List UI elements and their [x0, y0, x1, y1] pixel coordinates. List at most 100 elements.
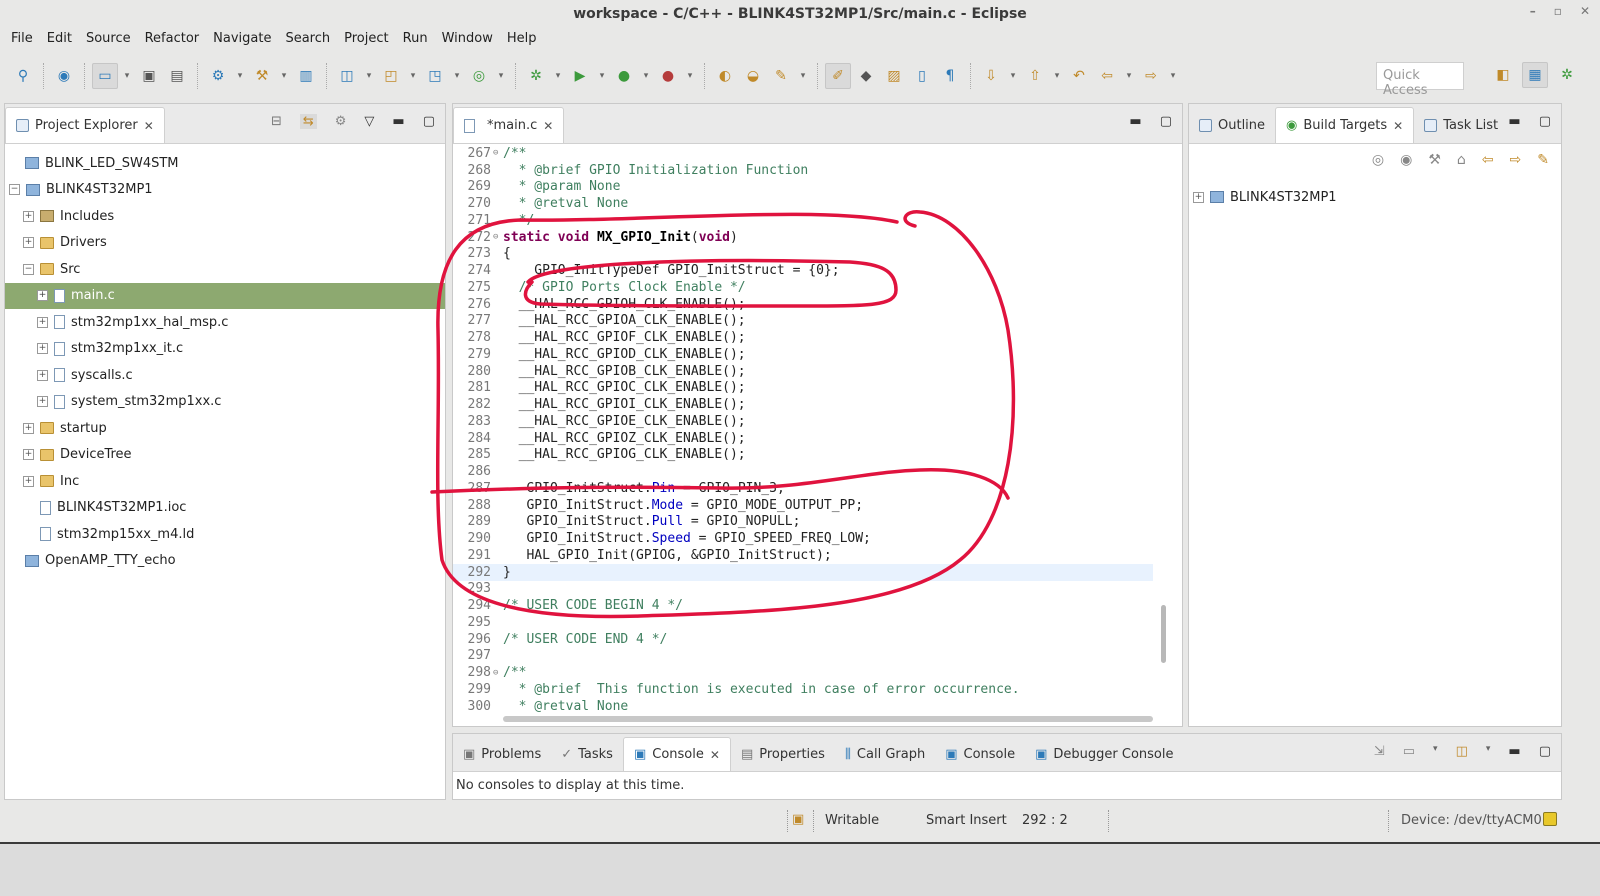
tab-build-targets[interactable]: ◉ Build Targets ✕	[1275, 107, 1415, 143]
menu-window[interactable]: Window	[435, 29, 500, 51]
code-line[interactable]: 281 __HAL_RCC_GPIOC_CLK_ENABLE();	[453, 380, 1153, 397]
code-line[interactable]: 290 GPIO_InitStruct.Speed = GPIO_SPEED_F…	[453, 530, 1153, 547]
code-line[interactable]: 291 HAL_GPIO_Init(GPIOG, &GPIO_InitStruc…	[453, 547, 1153, 564]
expand-icon[interactable]: +	[37, 396, 48, 408]
tree-item-blink4st32mp1[interactable]: − BLINK4ST32MP1	[5, 177, 445, 204]
next-annotation-icon[interactable]: ⇩	[978, 63, 1004, 89]
tree-item-openamp[interactable]: OpenAMP_TTY_echo	[5, 548, 445, 575]
code-line[interactable]: 276 __HAL_RCC_GPIOH_CLK_ENABLE();	[453, 296, 1153, 313]
expand-icon[interactable]: +	[23, 210, 34, 222]
fold-icon[interactable]: ⊖	[493, 148, 503, 158]
tab-project-explorer[interactable]: Project Explorer ✕	[5, 107, 165, 143]
forward-icon[interactable]: ⇨	[1510, 152, 1522, 168]
code-line[interactable]: 300 * @retval None	[453, 698, 1153, 715]
tab-properties[interactable]: ▤ Properties	[731, 737, 835, 771]
search-icon[interactable]: ✎	[768, 63, 794, 89]
display-console-dropdown-icon[interactable]: ▾	[1433, 744, 1438, 759]
tab-call-graph[interactable]: ⫼ Call Graph	[835, 737, 935, 771]
fold-icon[interactable]: ⊖	[493, 668, 503, 678]
show-whitespace-icon[interactable]: ▯	[909, 63, 935, 89]
tab-console[interactable]: ▣ Console ✕	[622, 737, 731, 771]
maximize-icon[interactable]: ▢	[1539, 114, 1551, 129]
quick-access-field[interactable]: Quick Access	[1376, 62, 1464, 98]
close-icon[interactable]: ✕	[1580, 4, 1590, 18]
expand-icon[interactable]: +	[37, 290, 48, 302]
external-tools-icon[interactable]: ●	[655, 63, 681, 89]
build-icon[interactable]: ⚒	[249, 63, 275, 89]
tree-item-main-c[interactable]: + main.c	[5, 282, 445, 309]
minimize-icon[interactable]: ▬	[1508, 744, 1520, 759]
tab-problems[interactable]: ▣ Problems	[453, 737, 551, 771]
link-editor-icon[interactable]: ⇆	[299, 114, 317, 129]
menu-run[interactable]: Run	[396, 29, 435, 51]
code-line[interactable]: 278 __HAL_RCC_GPIOF_CLK_ENABLE();	[453, 329, 1153, 346]
close-icon[interactable]: ✕	[144, 119, 154, 133]
code-line[interactable]: 279 __HAL_RCC_GPIOD_CLK_ENABLE();	[453, 346, 1153, 363]
code-line[interactable]: 289 GPIO_InitStruct.Pull = GPIO_NOPULL;	[453, 514, 1153, 531]
tree-item-hal-msp[interactable]: + stm32mp1xx_hal_msp.c	[5, 309, 445, 336]
code-line[interactable]: 285 __HAL_RCC_GPIOG_CLK_ENABLE();	[453, 447, 1153, 464]
code-line[interactable]: 269 * @param None	[453, 179, 1153, 196]
filter-icon[interactable]: ⚙	[335, 114, 347, 129]
save-icon[interactable]: ▣	[136, 63, 162, 89]
run-icon[interactable]: ▶	[567, 63, 593, 89]
code-line[interactable]: 282 __HAL_RCC_GPIOI_CLK_ENABLE();	[453, 396, 1153, 413]
external-tools-dropdown-icon[interactable]: ▾	[683, 63, 697, 89]
tab-task-list[interactable]: Task List	[1414, 107, 1508, 143]
close-icon[interactable]: ✕	[1393, 119, 1403, 133]
code-line[interactable]: 298 ⊖/**	[453, 664, 1153, 681]
forward-icon[interactable]: ⇨	[1138, 63, 1164, 89]
code-line[interactable]: 293	[453, 581, 1153, 598]
code-line[interactable]: 267 ⊖/**	[453, 145, 1153, 162]
debug-dropdown-icon[interactable]: ▾	[551, 63, 565, 89]
new-class-dropdown-icon[interactable]: ▾	[494, 63, 508, 89]
tab-debugger-console[interactable]: ▣ Debugger Console	[1025, 737, 1183, 771]
display-console-icon[interactable]: ▭	[1403, 744, 1415, 759]
next-annotation-dropdown-icon[interactable]: ▾	[1006, 63, 1020, 89]
open-console-icon[interactable]: ◫	[1456, 744, 1468, 759]
home-icon[interactable]: ⌂	[1457, 152, 1466, 168]
code-line[interactable]: 273 {	[453, 246, 1153, 263]
new-icon[interactable]: ▭	[92, 63, 118, 89]
insert-mode-icon[interactable]: ▣	[792, 812, 804, 827]
tree-item-ld[interactable]: stm32mp15xx_m4.ld	[5, 521, 445, 548]
menu-search[interactable]: Search	[278, 29, 337, 51]
maximize-icon[interactable]: ▢	[423, 114, 435, 129]
debug-perspective-icon[interactable]: ✲	[1554, 62, 1580, 88]
save-all-icon[interactable]: ▤	[164, 63, 190, 89]
search-dropdown-icon[interactable]: ▾	[796, 63, 810, 89]
minimize-icon[interactable]: ▬	[1508, 114, 1520, 129]
code-line[interactable]: 296 /* USER CODE END 4 */	[453, 631, 1153, 648]
expand-icon[interactable]: +	[37, 343, 48, 355]
build-dropdown-icon[interactable]: ▾	[277, 63, 291, 89]
tab-console-2[interactable]: ▣ Console	[935, 737, 1025, 771]
build-config-dropdown-icon[interactable]: ▾	[233, 63, 247, 89]
expand-icon[interactable]: +	[23, 449, 34, 461]
scroll-thumb[interactable]	[1161, 605, 1166, 663]
code-line[interactable]: 277 __HAL_RCC_GPIOA_CLK_ENABLE();	[453, 313, 1153, 330]
new-folder-dropdown-icon[interactable]: ▾	[406, 63, 420, 89]
run-config-dropdown-icon[interactable]: ▾	[639, 63, 653, 89]
pilcrow-icon[interactable]: ¶	[937, 63, 963, 89]
prev-annotation-dropdown-icon[interactable]: ▾	[1050, 63, 1064, 89]
code-line[interactable]: 284 __HAL_RCC_GPIOZ_CLK_ENABLE();	[453, 430, 1153, 447]
highlight-icon[interactable]: ✐	[825, 63, 851, 89]
tree-item-ioc[interactable]: BLINK4ST32MP1.ioc	[5, 495, 445, 522]
run-dropdown-icon[interactable]: ▾	[595, 63, 609, 89]
build-target-item[interactable]: + BLINK4ST32MP1	[1193, 184, 1337, 211]
tree-item-includes[interactable]: + Includes	[5, 203, 445, 230]
build-config-icon[interactable]: ⚙	[205, 63, 231, 89]
tree-item-system[interactable]: + system_stm32mp1xx.c	[5, 389, 445, 416]
tab-tasks[interactable]: ✓ Tasks	[551, 737, 623, 771]
code-line[interactable]: 280 __HAL_RCC_GPIOB_CLK_ENABLE();	[453, 363, 1153, 380]
new-class-icon[interactable]: ◎	[466, 63, 492, 89]
collapse-all-icon[interactable]: ⊟	[271, 114, 282, 129]
menu-file[interactable]: File	[4, 29, 40, 51]
close-icon[interactable]: ✕	[710, 748, 720, 762]
pin-icon[interactable]: ⚲	[10, 63, 36, 89]
collapse-icon[interactable]: −	[23, 263, 34, 275]
tree-item-src[interactable]: − Src	[5, 256, 445, 283]
tree-item-it[interactable]: + stm32mp1xx_it.c	[5, 336, 445, 363]
tree-item-startup[interactable]: + startup	[5, 415, 445, 442]
code-line[interactable]: 297	[453, 648, 1153, 665]
